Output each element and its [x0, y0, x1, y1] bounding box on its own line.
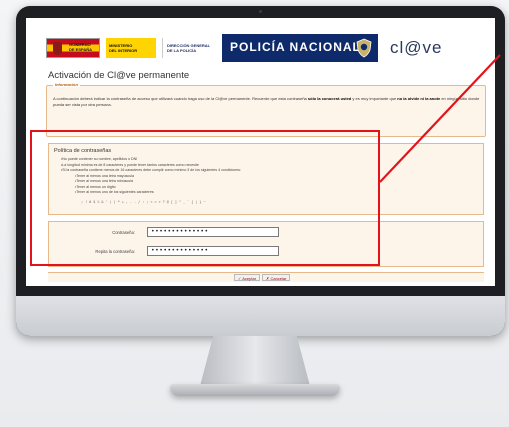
- monitor-stand: [200, 336, 310, 386]
- header-banner: GOBIERNO DE ESPAÑA MINISTERIO DEL INTERI…: [46, 34, 484, 62]
- police-badge-icon: [356, 38, 372, 58]
- information-legend: Información: [53, 82, 80, 87]
- button-bar: ✓ Aceptar ✗ Cancelar: [48, 272, 484, 282]
- desktop-background: GOBIERNO DE ESPAÑA MINISTERIO DEL INTERI…: [0, 0, 509, 427]
- accept-button[interactable]: ✓ Aceptar: [234, 274, 261, 281]
- page-title: Activación de Cl@ve permanente: [48, 70, 190, 81]
- monitor-stand-base: [170, 384, 340, 396]
- coat-of-arms-icon: [53, 42, 62, 55]
- webcam: [259, 10, 262, 13]
- information-text: A continuación deberá indicar la contras…: [53, 96, 480, 107]
- direccion-general-logo: DIRECCIÓN GENERAL DE LA POLICÍA: [162, 38, 220, 58]
- highlight-box: [30, 130, 380, 266]
- monitor-chin: [16, 296, 505, 336]
- clave-logo: cl@ve: [390, 38, 443, 57]
- cancel-button[interactable]: ✗ Cancelar: [262, 274, 291, 281]
- gobierno-text: GOBIERNO DE ESPAÑA: [69, 42, 93, 52]
- policia-nacional-banner: POLICÍA NACIONAL: [222, 34, 378, 62]
- gobierno-logo: GOBIERNO DE ESPAÑA: [46, 38, 100, 58]
- ministerio-logo: MINISTERIO DEL INTERIOR: [106, 38, 156, 58]
- policia-nacional-text: POLICÍA NACIONAL: [230, 40, 361, 54]
